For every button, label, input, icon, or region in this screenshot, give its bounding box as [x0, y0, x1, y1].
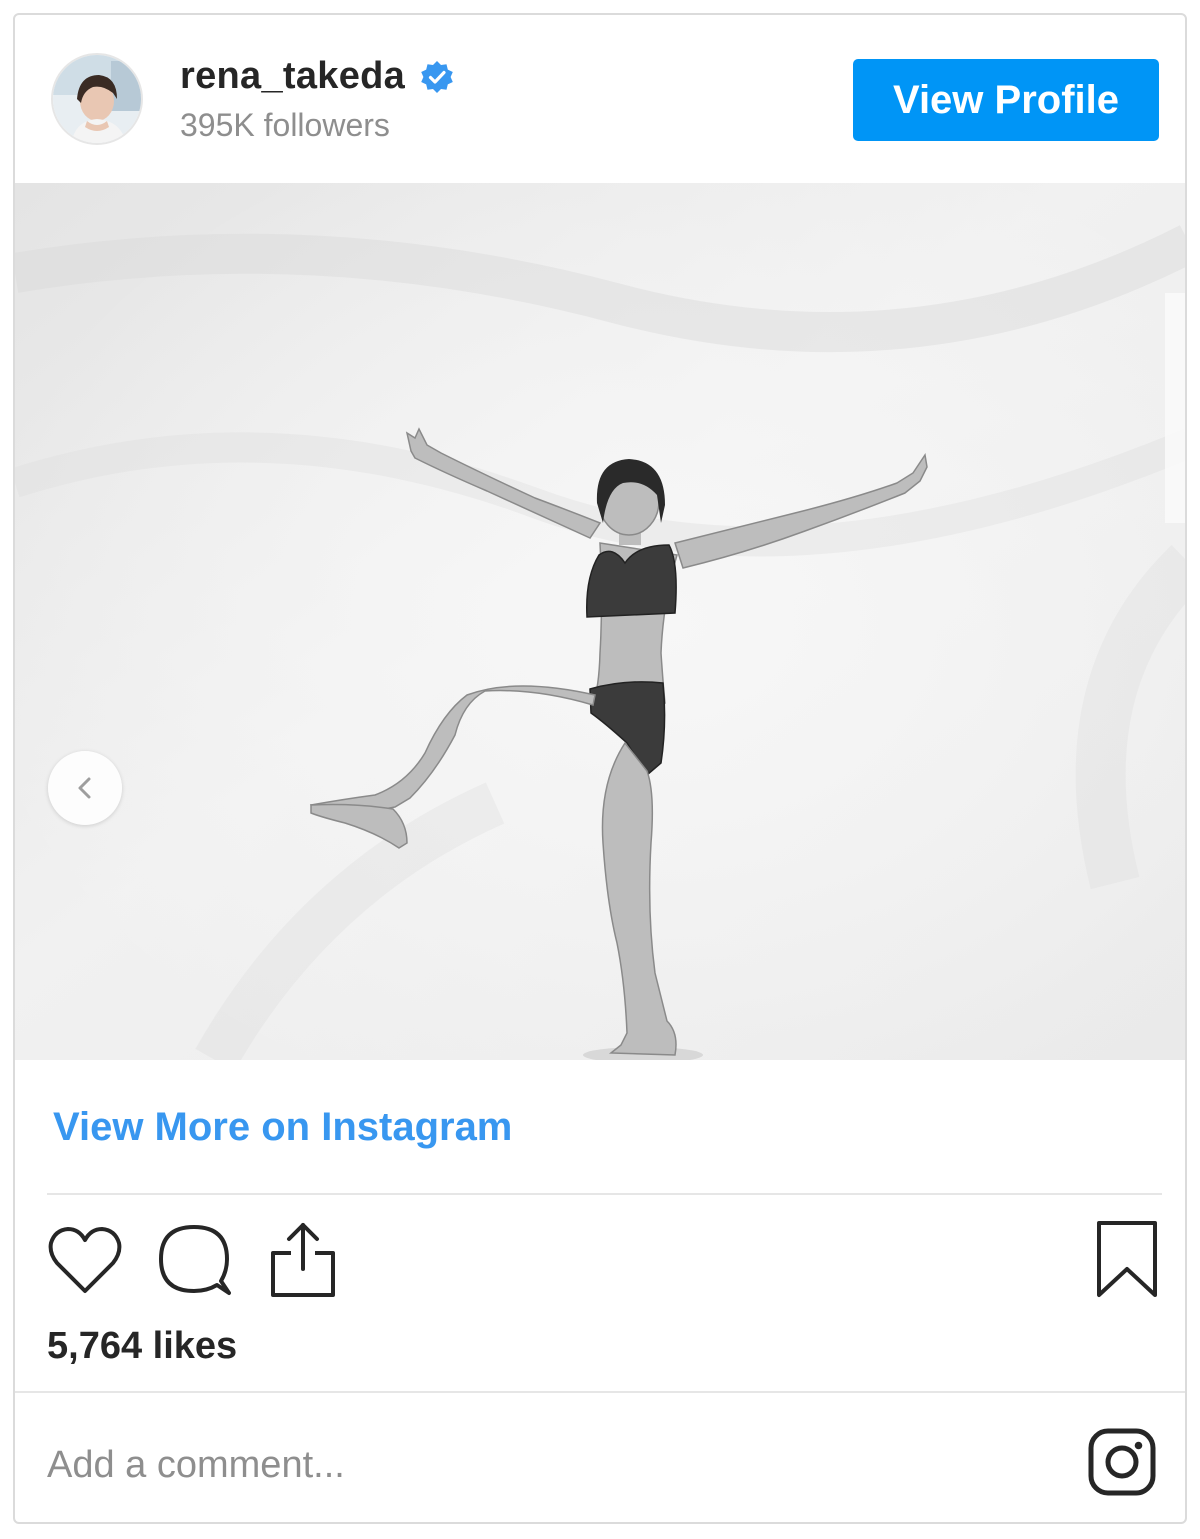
chevron-left-icon	[78, 777, 91, 799]
instagram-logo-icon[interactable]	[1087, 1427, 1157, 1502]
comment-input[interactable]	[47, 1435, 947, 1495]
action-bar	[15, 1215, 1185, 1315]
avatar[interactable]	[51, 53, 143, 145]
bookmark-icon[interactable]	[1095, 1219, 1159, 1304]
verified-badge-icon	[419, 59, 455, 95]
instagram-embed-card: rena_takeda 395K followers View Profile	[13, 13, 1187, 1524]
share-icon[interactable]	[267, 1219, 339, 1304]
comment-icon[interactable]	[155, 1221, 233, 1302]
followers-count: 395K followers	[180, 107, 390, 143]
likes-count: 5,764 likes	[47, 1325, 238, 1367]
carousel-prev-button[interactable]	[48, 751, 122, 825]
heart-icon[interactable]	[47, 1225, 123, 1300]
divider	[47, 1193, 1162, 1195]
divider	[15, 1391, 1185, 1393]
username[interactable]: rena_takeda	[180, 55, 405, 98]
view-more-link[interactable]: View More on Instagram	[53, 1105, 512, 1150]
view-profile-button[interactable]: View Profile	[853, 59, 1159, 141]
username-row: rena_takeda	[180, 55, 455, 98]
post-header: rena_takeda 395K followers View Profile	[15, 15, 1185, 183]
post-image[interactable]	[15, 183, 1185, 1060]
